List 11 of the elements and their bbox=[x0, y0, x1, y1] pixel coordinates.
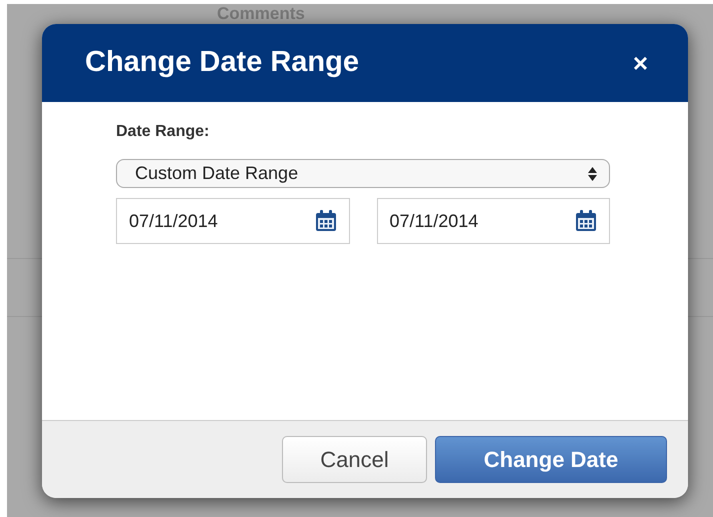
cancel-button[interactable]: Cancel bbox=[282, 436, 427, 483]
dialog-title: Change Date Range bbox=[85, 45, 359, 80]
change-date-button[interactable]: Change Date bbox=[435, 436, 667, 483]
field-label: Date Range: bbox=[116, 122, 210, 142]
close-button[interactable]: × bbox=[632, 50, 648, 76]
date-range-select[interactable]: Custom Date Range bbox=[116, 159, 610, 188]
calendar-icon bbox=[314, 210, 336, 232]
calendar-icon bbox=[575, 210, 597, 232]
start-date-field[interactable]: 07/11/2014 bbox=[116, 198, 350, 244]
end-date-field[interactable]: 07/11/2014 bbox=[376, 198, 610, 244]
up-down-arrows-icon bbox=[588, 166, 597, 180]
